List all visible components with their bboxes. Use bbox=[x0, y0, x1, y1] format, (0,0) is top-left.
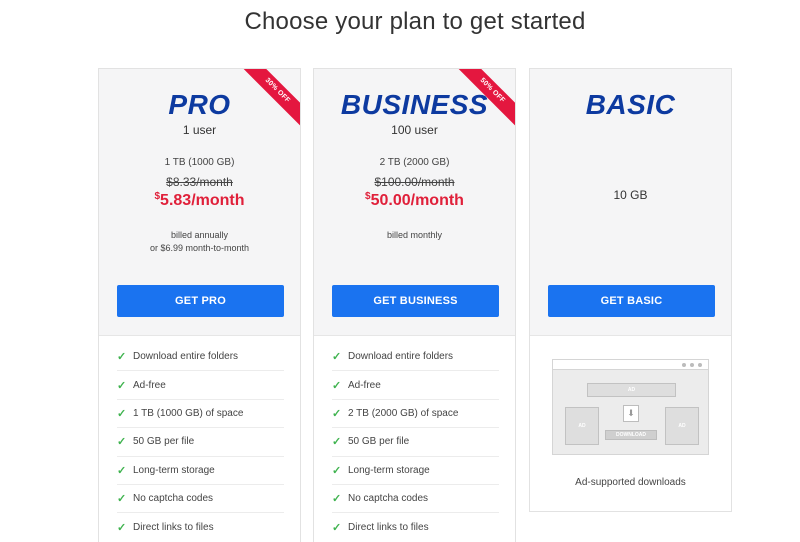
feature-item: ✓ Long-term storage bbox=[332, 457, 499, 485]
feature-label: Long-term storage bbox=[348, 464, 430, 476]
plan-name: BUSINESS bbox=[340, 89, 489, 120]
plan-storage: 2 TB (2000 GB) bbox=[379, 157, 450, 168]
new-price: $5.83/month bbox=[99, 191, 300, 210]
feature-item: ✓ No captcha codes bbox=[332, 485, 499, 514]
plan-name: BASIC bbox=[585, 89, 676, 120]
get-pro-button[interactable]: GET PRO bbox=[117, 285, 284, 317]
feature-label: Direct links to files bbox=[348, 522, 429, 534]
check-icon: ✓ bbox=[332, 379, 342, 392]
billing-line: billed annually bbox=[170, 230, 229, 240]
ad-supported-illustration: AD AD AD ⬇ DOWNLOAD bbox=[552, 359, 709, 455]
old-price: $100.00/month bbox=[374, 175, 455, 189]
get-basic-button[interactable]: GET BASIC bbox=[548, 285, 715, 317]
feature-item: ✓ 1 TB (1000 GB) of space bbox=[117, 400, 284, 429]
check-icon: ✓ bbox=[332, 436, 342, 449]
window-dot-icon bbox=[698, 363, 702, 367]
new-price-value: 5.83/month bbox=[160, 192, 245, 209]
plan-card-pro: 30% OFF PRO 1 user 1 TB (1000 GB) $8.33/… bbox=[98, 68, 301, 542]
check-icon: ✓ bbox=[332, 351, 342, 364]
feature-label: Ad-free bbox=[133, 379, 166, 391]
new-price-value: 50.00/month bbox=[370, 192, 464, 209]
feature-item: ✓ Download entire folders bbox=[332, 343, 499, 372]
plan-users: 100 user bbox=[391, 123, 438, 137]
window-dot-icon bbox=[690, 363, 694, 367]
feature-item: ✓ Download entire folders bbox=[117, 343, 284, 372]
plan-users: 1 user bbox=[182, 123, 217, 137]
get-business-button[interactable]: GET BUSINESS bbox=[332, 285, 499, 317]
feature-list: ✓ Download entire folders ✓ Ad-free ✓ 1 TB … bbox=[117, 343, 284, 542]
feature-label: Direct links to files bbox=[133, 522, 214, 534]
billing-line: or $6.99 month-to-month bbox=[149, 243, 250, 253]
feature-label: 50 GB per file bbox=[133, 436, 195, 448]
feature-item: ✓ Long-term storage bbox=[117, 457, 284, 485]
check-icon: ✓ bbox=[117, 493, 127, 506]
plan-card-basic: BASIC 10 GB GET BASIC AD AD AD ⬇ DOWNLOA… bbox=[529, 68, 732, 512]
feature-item: ✓ No captcha codes bbox=[117, 485, 284, 514]
new-price: $50.00/month bbox=[314, 191, 515, 210]
feature-label: 1 TB (1000 GB) of space bbox=[133, 407, 244, 419]
feature-label: Long-term storage bbox=[133, 464, 215, 476]
feature-item: ✓ Ad-free bbox=[117, 371, 284, 400]
check-icon: ✓ bbox=[117, 436, 127, 449]
feature-label: Ad-free bbox=[348, 379, 381, 391]
plan-storage: 10 GB bbox=[613, 188, 648, 202]
check-icon: ✓ bbox=[332, 464, 342, 477]
download-badge: DOWNLOAD bbox=[605, 430, 657, 440]
ad-banner-right: AD bbox=[665, 407, 699, 445]
check-icon: ✓ bbox=[117, 351, 127, 364]
feature-label: 50 GB per file bbox=[348, 436, 410, 448]
ad-banner-left: AD bbox=[565, 407, 599, 445]
feature-item: ✓ 2 TB (2000 GB) of space bbox=[332, 400, 499, 429]
feature-list: ✓ Download entire folders ✓ Ad-free ✓ 2 TB … bbox=[332, 343, 499, 542]
feature-label: 2 TB (2000 GB) of space bbox=[348, 407, 459, 419]
billing-line: billed monthly bbox=[386, 230, 443, 240]
plan-card-business: 50% OFF BUSINESS 100 user 2 TB (2000 GB)… bbox=[313, 68, 516, 542]
ad-banner-top: AD bbox=[587, 383, 676, 397]
plan-name: PRO bbox=[168, 89, 231, 120]
illustration-caption: Ad-supported downloads bbox=[575, 477, 686, 488]
window-dot-icon bbox=[682, 363, 686, 367]
feature-item: ✓ 50 GB per file bbox=[117, 428, 284, 457]
check-icon: ✓ bbox=[117, 522, 127, 535]
billing-info: billed annually or $6.99 month-to-month bbox=[99, 229, 300, 255]
page-title: Choose your plan to get started bbox=[244, 8, 586, 35]
feature-item: ✓ 50 GB per file bbox=[332, 428, 499, 457]
billing-info: billed monthly bbox=[314, 229, 515, 242]
check-icon: ✓ bbox=[117, 407, 127, 420]
browser-bar bbox=[553, 360, 708, 370]
check-icon: ✓ bbox=[117, 379, 127, 392]
plan-storage: 1 TB (1000 GB) bbox=[164, 157, 235, 168]
check-icon: ✓ bbox=[332, 407, 342, 420]
feature-label: No captcha codes bbox=[348, 493, 429, 505]
feature-item: ✓ Direct links to files bbox=[117, 513, 284, 541]
check-icon: ✓ bbox=[117, 464, 127, 477]
feature-label: Download entire folders bbox=[348, 351, 454, 363]
feature-item: ✓ Direct links to files bbox=[332, 513, 499, 541]
feature-item: ✓ Ad-free bbox=[332, 371, 499, 400]
feature-label: Download entire folders bbox=[133, 351, 239, 363]
check-icon: ✓ bbox=[332, 522, 342, 535]
feature-label: No captcha codes bbox=[133, 493, 214, 505]
old-price: $8.33/month bbox=[166, 175, 233, 189]
download-icon: ⬇ bbox=[623, 405, 639, 422]
check-icon: ✓ bbox=[332, 493, 342, 506]
